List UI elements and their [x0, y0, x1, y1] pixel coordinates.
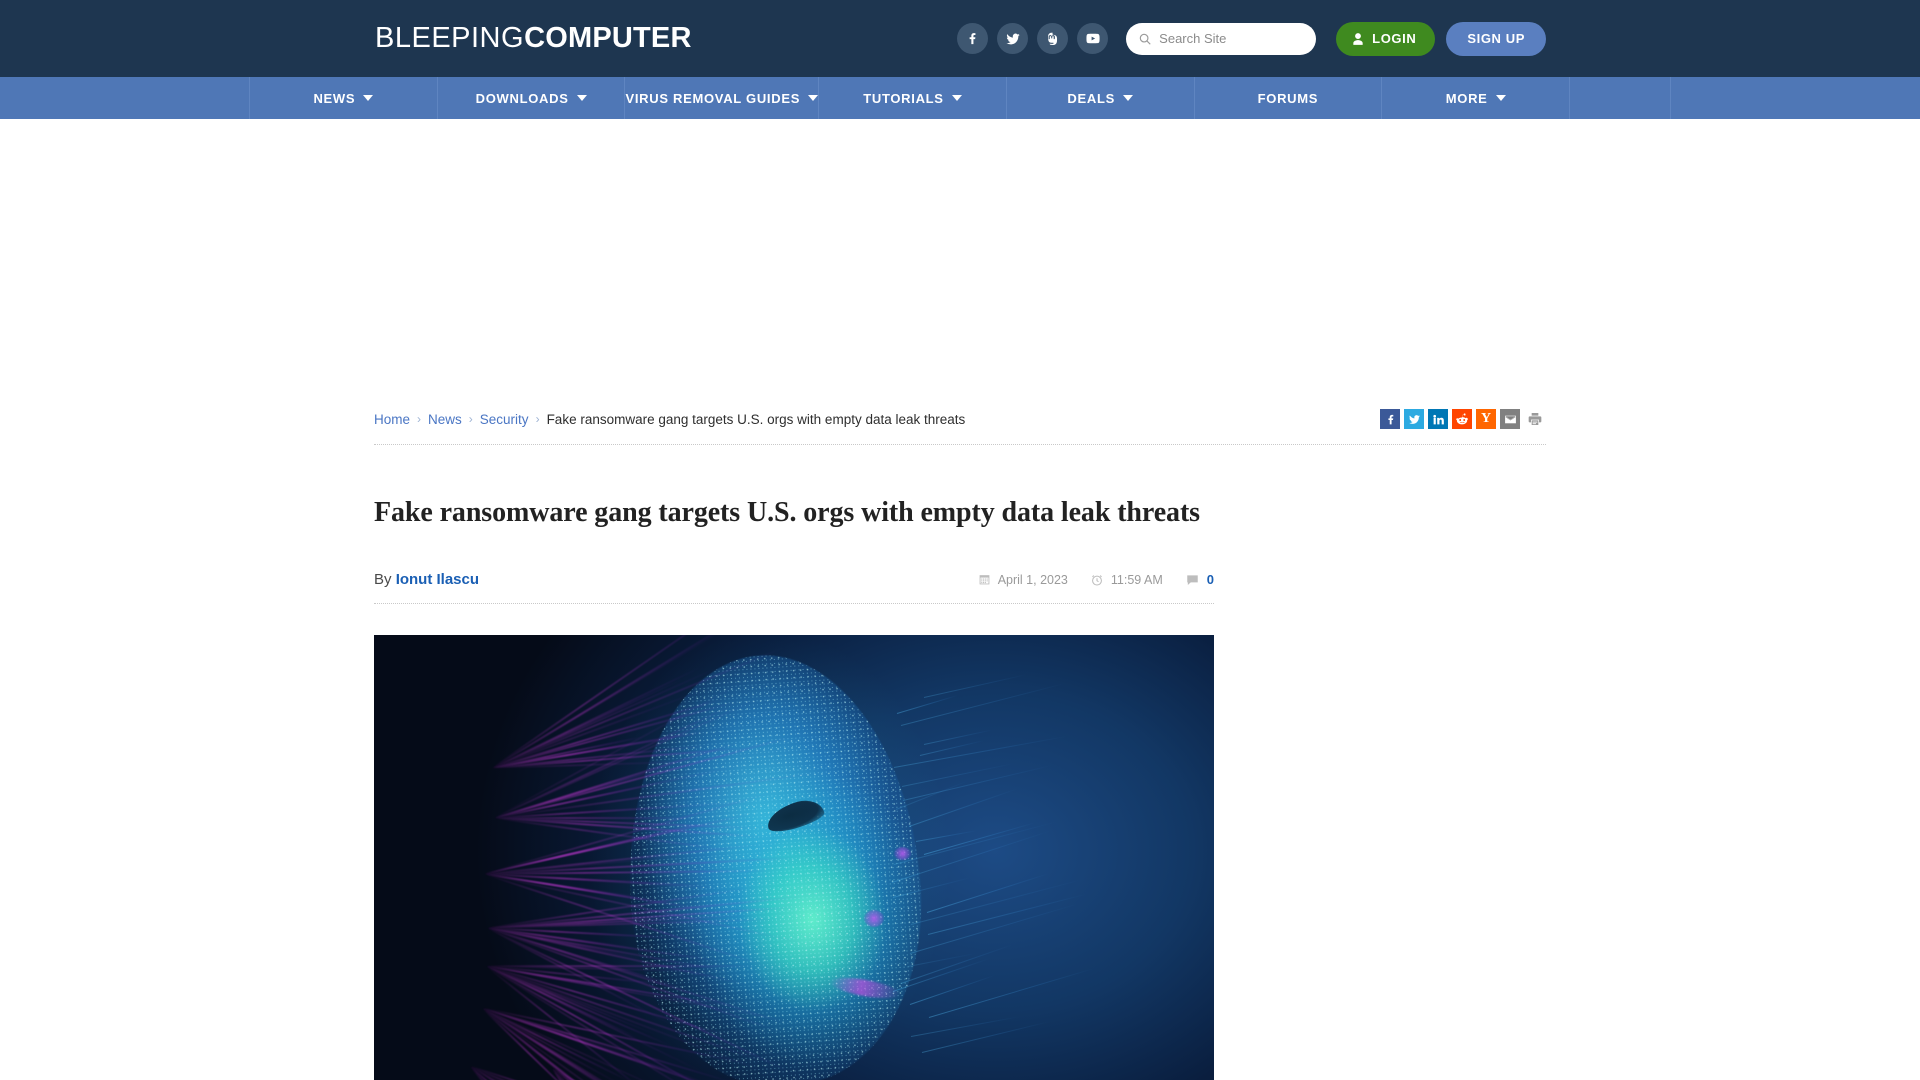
breadcrumb-separator-icon: › [417, 412, 421, 426]
advertisement-slot [0, 119, 1920, 399]
header-right: LOGIN SIGN UP [957, 22, 1546, 56]
calendar-icon [978, 573, 991, 586]
comment-count[interactable]: 0 [1185, 572, 1214, 587]
nav-label-deals: DEALS [1067, 91, 1115, 106]
nav-label-downloads: DOWNLOADS [476, 91, 569, 106]
main-content: Home › News › Security › Fake ransomware… [374, 399, 1546, 1080]
share-reddit-icon[interactable] [1452, 409, 1472, 429]
signup-label: SIGN UP [1467, 31, 1525, 46]
clock-icon [1090, 573, 1104, 587]
article-hero-image [374, 635, 1214, 1080]
nav-spacer [1570, 77, 1670, 119]
breadcrumb-item-home[interactable]: Home [374, 412, 410, 427]
byline: By Ionut Ilascu [374, 571, 479, 588]
print-icon[interactable] [1524, 409, 1546, 429]
publish-time-text: 11:59 AM [1111, 573, 1163, 587]
breadcrumb-separator-icon: › [536, 412, 540, 426]
byline-divider [374, 603, 1214, 604]
byline-prefix: By [374, 571, 392, 588]
logo-text-light: BLEEPING [375, 22, 524, 54]
share-email-icon[interactable] [1500, 409, 1520, 429]
nav-item-news[interactable]: NEWS [250, 77, 438, 119]
nav-label-news: NEWS [313, 91, 355, 106]
search-icon [1138, 32, 1152, 46]
chevron-down-icon [808, 95, 818, 101]
breadcrumb-item-current: Fake ransomware gang targets U.S. orgs w… [547, 412, 966, 427]
search-input[interactable] [1159, 31, 1299, 46]
login-button[interactable]: LOGIN [1336, 22, 1435, 56]
breadcrumb-separator-icon: › [469, 412, 473, 426]
main-navigation: NEWS DOWNLOADS VIRUS REMOVAL GUIDES TUTO… [0, 77, 1920, 119]
site-header: BLEEPINGCOMPUTER Search Site LOGIN SIGN … [0, 0, 1920, 77]
share-hackernews-icon[interactable]: Y [1476, 409, 1496, 429]
chevron-down-icon [952, 95, 962, 101]
share-buttons: Y [1380, 409, 1546, 429]
breadcrumb-row: Home › News › Security › Fake ransomware… [374, 399, 1546, 429]
signup-button[interactable]: SIGN UP [1446, 22, 1546, 56]
youtube-icon[interactable] [1077, 23, 1108, 54]
nav-inner: NEWS DOWNLOADS VIRUS REMOVAL GUIDES TUTO… [249, 77, 1671, 119]
breadcrumb-divider [374, 444, 1546, 445]
author-link[interactable]: Ionut Ilascu [396, 571, 479, 588]
facebook-icon[interactable] [957, 23, 988, 54]
search-box[interactable] [1126, 23, 1316, 55]
publish-time: 11:59 AM [1090, 573, 1163, 587]
header-inner: BLEEPINGCOMPUTER Search Site LOGIN SIGN … [374, 22, 1546, 56]
chevron-down-icon [1496, 95, 1506, 101]
article-meta: April 1, 2023 11:59 AM 0 [978, 572, 1214, 587]
chevron-down-icon [363, 95, 373, 101]
hero-accent-dot [864, 910, 884, 927]
twitter-icon[interactable] [997, 23, 1028, 54]
nav-item-more[interactable]: MORE [1382, 77, 1570, 119]
page-title: Fake ransomware gang targets U.S. orgs w… [374, 497, 1546, 529]
publish-date-text: April 1, 2023 [998, 573, 1068, 587]
nav-item-downloads[interactable]: DOWNLOADS [438, 77, 626, 119]
share-facebook-icon[interactable] [1380, 409, 1400, 429]
logo-text-bold: COMPUTER [524, 22, 692, 54]
nav-item-forums[interactable]: FORUMS [1195, 77, 1383, 119]
social-links [957, 23, 1108, 54]
nav-label-more: MORE [1446, 91, 1488, 106]
chevron-down-icon [1123, 95, 1133, 101]
mastodon-icon[interactable] [1037, 23, 1068, 54]
nav-label-virus-removal-guides: VIRUS REMOVAL GUIDES [625, 91, 800, 106]
byline-row: By Ionut Ilascu April 1, 2023 11:59 AM 0 [374, 571, 1214, 588]
nav-label-tutorials: TUTORIALS [863, 91, 943, 106]
comment-icon [1185, 573, 1200, 587]
publish-date: April 1, 2023 [978, 573, 1068, 587]
hero-accent-dot [894, 847, 911, 860]
share-twitter-icon[interactable] [1404, 409, 1424, 429]
nav-item-deals[interactable]: DEALS [1007, 77, 1195, 119]
nav-label-forums: FORUMS [1258, 91, 1319, 106]
login-label: LOGIN [1372, 31, 1416, 46]
chevron-down-icon [577, 95, 587, 101]
breadcrumb: Home › News › Security › Fake ransomware… [374, 412, 965, 427]
user-icon [1351, 32, 1365, 46]
nav-item-virus-removal-guides[interactable]: VIRUS REMOVAL GUIDES [625, 77, 819, 119]
site-logo[interactable]: BLEEPINGCOMPUTER [375, 24, 692, 53]
nav-item-tutorials[interactable]: TUTORIALS [819, 77, 1007, 119]
share-linkedin-icon[interactable] [1428, 409, 1448, 429]
hackernews-label: Y [1481, 409, 1491, 429]
breadcrumb-item-news[interactable]: News [428, 412, 462, 427]
comment-count-text: 0 [1207, 572, 1214, 587]
breadcrumb-item-security[interactable]: Security [480, 412, 529, 427]
